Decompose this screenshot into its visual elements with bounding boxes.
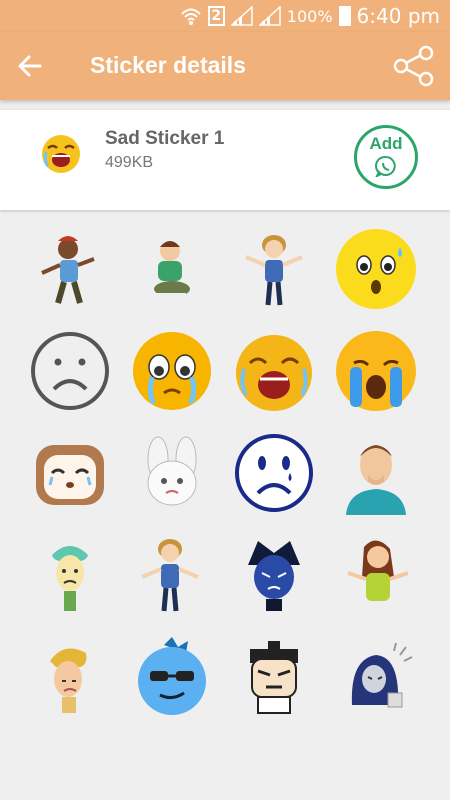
girl-shrugging-icon bbox=[347, 540, 409, 601]
back-arrow-icon[interactable] bbox=[16, 52, 44, 80]
woman-shrugging-icon bbox=[245, 235, 303, 306]
sticker-2[interactable] bbox=[122, 218, 222, 320]
angry-cartoon-boy-icon bbox=[250, 641, 298, 714]
signal-icon bbox=[230, 6, 253, 26]
blue-cool-face-icon bbox=[138, 637, 206, 715]
sim-slot-badge: 2 bbox=[207, 6, 225, 26]
sticker-16[interactable] bbox=[326, 524, 426, 626]
sticker-13[interactable] bbox=[20, 524, 120, 626]
sticker-12[interactable] bbox=[326, 422, 426, 524]
sad-cat-face-icon bbox=[36, 445, 104, 505]
tray-icon bbox=[42, 135, 80, 173]
wifi-icon bbox=[181, 8, 201, 25]
app-bar: Sticker details bbox=[0, 32, 450, 100]
status-bar: 2 100% 6:40 pm bbox=[0, 0, 450, 32]
woman-shrugging-2-icon bbox=[141, 539, 199, 612]
screaming-crying-face-icon bbox=[236, 335, 312, 411]
battery-percent: 100% bbox=[286, 6, 333, 26]
whatsapp-icon bbox=[375, 155, 396, 177]
sticker-20[interactable] bbox=[326, 626, 426, 728]
share-icon[interactable] bbox=[392, 44, 436, 88]
add-to-whatsapp-button[interactable]: Add bbox=[354, 125, 418, 189]
sticker-10[interactable] bbox=[122, 422, 222, 524]
clock: 6:40 pm bbox=[356, 4, 440, 28]
sticker-7[interactable] bbox=[224, 320, 324, 422]
sticker-pack-header: Sad Sticker 1 499KB Add bbox=[0, 110, 450, 210]
sticker-18[interactable] bbox=[122, 626, 222, 728]
pack-size: 499KB bbox=[105, 154, 154, 171]
sticker-6[interactable] bbox=[122, 320, 222, 422]
signal-icon-2 bbox=[258, 6, 281, 26]
frowning-outline-face-icon bbox=[31, 332, 109, 410]
crying-tears-face-icon bbox=[133, 332, 211, 410]
page-title: Sticker details bbox=[90, 52, 246, 78]
worried-face-icon bbox=[336, 229, 416, 309]
sticker-15[interactable] bbox=[224, 524, 324, 626]
sticker-17[interactable] bbox=[20, 626, 120, 728]
battery-icon bbox=[338, 6, 351, 26]
sticker-14[interactable] bbox=[122, 524, 222, 626]
hooded-sad-figure-icon bbox=[351, 642, 413, 708]
status-icons: 2 100% 6:40 pm bbox=[180, 4, 440, 28]
loudly-crying-face-icon bbox=[336, 331, 416, 411]
sticker-3[interactable] bbox=[224, 218, 324, 320]
sticker-11[interactable] bbox=[224, 422, 324, 524]
sticker-19[interactable] bbox=[224, 626, 324, 728]
sad-green-hair-boy-icon bbox=[52, 546, 88, 611]
boy-sitting-sad-icon bbox=[154, 241, 190, 299]
sticker-8[interactable] bbox=[326, 320, 426, 422]
sad-bunny-icon bbox=[147, 436, 197, 506]
pack-name: Sad Sticker 1 bbox=[105, 128, 225, 149]
sticker-5[interactable] bbox=[20, 320, 120, 422]
blue-anime-boy-icon bbox=[248, 541, 300, 611]
add-button-label: Add bbox=[369, 134, 403, 153]
blue-sad-face-tear-icon bbox=[235, 434, 313, 512]
sticker-grid bbox=[20, 218, 430, 728]
man-hand-on-mouth-icon bbox=[346, 445, 406, 515]
sad-blond-boy-icon bbox=[50, 648, 87, 713]
boy-cap-walking-icon bbox=[41, 236, 95, 304]
sticker-9[interactable] bbox=[20, 422, 120, 524]
sticker-1[interactable] bbox=[20, 218, 120, 320]
sticker-4[interactable] bbox=[326, 218, 426, 320]
